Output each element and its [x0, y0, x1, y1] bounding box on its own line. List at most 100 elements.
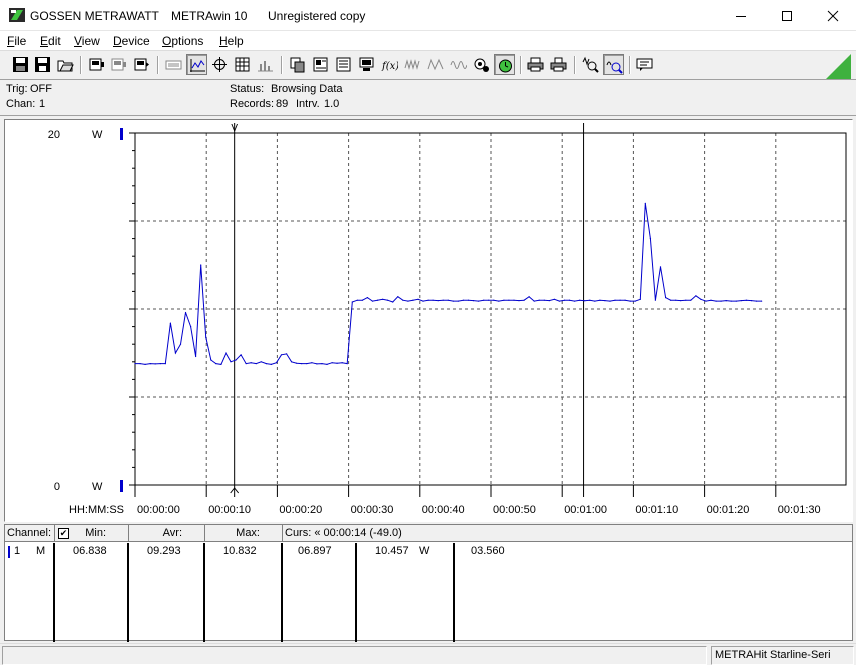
waveform-3-button[interactable]	[448, 54, 469, 75]
data-point	[255, 363, 257, 365]
settings-icon	[474, 58, 489, 72]
data-point	[144, 363, 146, 365]
histogram-button[interactable]	[255, 54, 276, 75]
data-point	[432, 299, 434, 301]
intrv-value: 1.0	[324, 98, 340, 110]
intrv-label: Intrv.	[296, 98, 320, 110]
histogram-icon	[258, 61, 273, 72]
column-divider	[453, 543, 455, 642]
data-point	[351, 301, 353, 303]
data-point	[382, 298, 384, 300]
comment-button[interactable]	[634, 54, 655, 75]
row-cursor-value: 06.897	[298, 545, 332, 557]
data-point	[356, 299, 358, 301]
minimize-button[interactable]	[718, 0, 764, 31]
data-point	[533, 300, 535, 302]
close-button[interactable]	[810, 0, 856, 31]
menu-help[interactable]: Help	[219, 34, 244, 48]
status-info-panel: Trig: OFF Chan: 1 Status: Browsing Data …	[0, 80, 856, 116]
header-checkbox-cell[interactable]: ✔ Min:	[55, 525, 129, 542]
column-divider	[53, 543, 55, 642]
x-tick-label: 00:01:00	[564, 504, 607, 516]
menu-device[interactable]: Device	[113, 34, 150, 48]
data-point	[169, 322, 171, 324]
device-3-button[interactable]	[131, 54, 152, 75]
data-point	[306, 363, 308, 365]
toolbar: f(x)	[0, 51, 856, 80]
waveform-2-button[interactable]	[425, 54, 446, 75]
data-point	[720, 300, 722, 302]
data-point	[427, 299, 429, 301]
x-tick-label: 00:01:30	[778, 504, 821, 516]
data-point	[740, 300, 742, 302]
print-preview-button[interactable]	[548, 54, 569, 75]
data-point	[553, 298, 556, 300]
data-point	[412, 299, 414, 301]
waveform-1-button[interactable]	[402, 54, 423, 75]
records-value: 89	[276, 98, 289, 110]
menu-options-accel: O	[162, 34, 172, 48]
keyboard-button[interactable]	[163, 54, 184, 75]
menu-file-rest: ile	[14, 34, 27, 48]
data-point	[462, 299, 464, 301]
data-point	[184, 311, 187, 314]
data-point	[594, 300, 596, 302]
chart-panel[interactable]: 20 W 0 W HH:MM:SS 00:00:00 00:00:10 00:00:…	[4, 119, 853, 522]
menu-file[interactable]: File	[7, 34, 26, 48]
zoom-in-button[interactable]	[580, 54, 601, 75]
data-point	[654, 299, 657, 301]
header-channel: Channel:	[5, 525, 55, 542]
chart-svg[interactable]: 20 W 0 W HH:MM:SS 00:00:00 00:00:10 00:00:…	[5, 120, 852, 521]
y-unit-bottom: W	[92, 481, 103, 493]
data-point	[301, 363, 303, 365]
save-button[interactable]	[10, 54, 31, 75]
settings-button[interactable]	[471, 54, 492, 75]
data-point	[609, 300, 611, 302]
cursor-mode-button[interactable]	[186, 54, 207, 75]
menu-view[interactable]: View	[74, 34, 100, 48]
keyboard-icon	[165, 60, 182, 70]
device-2-button[interactable]	[108, 54, 129, 75]
data-point	[639, 298, 641, 300]
data-point	[235, 359, 237, 361]
table-button[interactable]	[232, 54, 253, 75]
window-title-app: METRAwin 10	[171, 9, 248, 23]
data-point	[220, 363, 222, 365]
menu-edit[interactable]: Edit	[40, 34, 61, 48]
export-button[interactable]	[310, 54, 331, 75]
data-point	[250, 362, 252, 364]
formula-button[interactable]: f(x)	[379, 54, 400, 75]
row-max: 10.832	[223, 545, 257, 557]
row-avr: 09.293	[147, 545, 181, 557]
save-as-button[interactable]	[32, 54, 53, 75]
cursors[interactable]: V	[230, 123, 585, 497]
data-point	[680, 300, 682, 302]
cursor-mode-icon	[190, 59, 205, 72]
print-button[interactable]	[525, 54, 546, 75]
table-icon	[235, 57, 250, 72]
statistics-button[interactable]	[333, 54, 354, 75]
crosshair-button[interactable]	[209, 54, 230, 75]
menu-help-accel: H	[219, 34, 228, 48]
device-1-button[interactable]	[86, 54, 107, 75]
data-point	[589, 299, 591, 301]
zoom-out-button[interactable]	[603, 54, 624, 75]
open-button[interactable]	[55, 54, 76, 75]
y-tick-label-top: 20	[48, 129, 60, 141]
data-point	[154, 363, 156, 365]
data-point	[503, 299, 505, 301]
row-delta: 03.560	[471, 545, 505, 557]
data-point	[644, 202, 646, 204]
header-checkbox[interactable]: ✔	[58, 527, 69, 539]
maximize-button[interactable]	[764, 0, 810, 31]
data-point	[695, 295, 697, 297]
toolbar-separator	[520, 56, 522, 74]
cursor-marker-top[interactable]: V	[231, 123, 238, 134]
copy-button[interactable]	[287, 54, 308, 75]
clock-button[interactable]	[494, 54, 515, 75]
menu-options[interactable]: Options	[162, 34, 203, 48]
row-unit: W	[419, 545, 430, 557]
series-line-ch1	[135, 203, 762, 365]
computer-button[interactable]	[356, 54, 377, 75]
export-icon	[313, 57, 328, 72]
